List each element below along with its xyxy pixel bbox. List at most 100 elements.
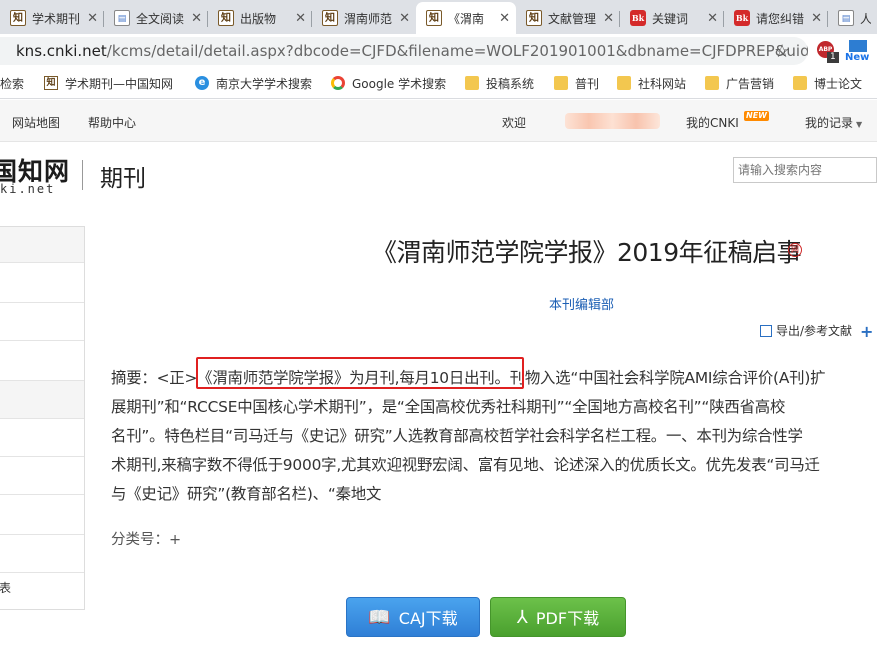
- author-link[interactable]: 本刊编辑部: [549, 294, 614, 313]
- sidebar-item[interactable]: [0, 263, 84, 303]
- bookmark-label: Google 学术搜索: [352, 76, 447, 91]
- browser-tab[interactable]: 知 渭南师范 ✕: [312, 2, 416, 34]
- bookmark-item[interactable]: 检索: [0, 74, 24, 92]
- adblock-count-badge: 1: [827, 52, 839, 63]
- abstract-line-4: 术期刊,来稿字数不得低于9000字,尤其欢迎视野宏阔、富有见地、论述深入的优质长…: [111, 456, 820, 474]
- sidebar-item[interactable]: [0, 303, 84, 341]
- bookmark-star-icon[interactable]: ☆: [774, 41, 790, 62]
- cnki-logo[interactable]: 国知网 ki.net: [0, 152, 70, 196]
- abstract-line-3: 名刊”。特色栏目“司马迁与《史记》研究”人选教育部高校哲学社会科学名栏工程。一、…: [111, 427, 803, 445]
- bookmark-label: 普刊: [575, 76, 600, 91]
- seal-mark-icon: 网: [788, 243, 802, 257]
- browser-tab[interactable]: Bk 请您纠错 ✕: [724, 2, 828, 34]
- bookmark-item[interactable]: 普刊: [554, 74, 599, 92]
- browser-tab[interactable]: 知 文献管理 ✕: [516, 2, 620, 34]
- site-top-nav: 网站地图 帮助中心 欢迎 我的CNKI NEW 我的记录 ▼: [0, 100, 877, 142]
- caj-download-button[interactable]: 📖 CAJ下载: [346, 597, 480, 637]
- document-favicon-icon: ▤: [838, 10, 854, 26]
- tab-close-icon[interactable]: ✕: [707, 11, 718, 26]
- browser-tab[interactable]: ▤ 人伍: [828, 2, 877, 34]
- tab-close-icon[interactable]: ✕: [499, 11, 510, 26]
- bookmark-item[interactable]: 投稿系统: [465, 74, 534, 92]
- cnki-favicon-icon: 知: [322, 10, 338, 26]
- sitemap-link[interactable]: 网站地图: [12, 114, 60, 131]
- article-title: 《渭南师范学院学报》2019年征稿启事: [372, 238, 802, 267]
- search-input[interactable]: [733, 157, 877, 183]
- welcome-text: 欢迎: [502, 116, 527, 130]
- export-reference-link[interactable]: 导出/参考文献 +: [760, 322, 873, 341]
- bookmark-label: 南京大学学术搜索: [216, 76, 313, 91]
- document-favicon-icon: ▤: [114, 10, 130, 26]
- cnki-favicon-icon: 知: [44, 76, 58, 90]
- bookmarks-bar: 检索 知 学术期刊—中国知网 e 南京大学学术搜索 Google 学术搜索 投稿…: [0, 67, 877, 99]
- my-records-label: 我的记录: [805, 116, 854, 130]
- browser-tab[interactable]: 知 学术期刊 ✕: [0, 2, 104, 34]
- browser-tab[interactable]: Bk 关键词 ✕: [620, 2, 724, 34]
- new-extension-label: New: [845, 52, 870, 63]
- cnki-favicon-icon: 知: [10, 10, 26, 26]
- pdf-icon: ⅄: [516, 606, 528, 628]
- logo-divider: [82, 160, 83, 190]
- tab-close-icon[interactable]: ✕: [399, 11, 410, 26]
- new-extension-icon[interactable]: New: [845, 40, 869, 64]
- sidebar-item[interactable]: [0, 381, 84, 419]
- bookmark-item[interactable]: e 南京大学学术搜索: [195, 74, 312, 92]
- bookmark-item[interactable]: 知 学术期刊—中国知网: [44, 74, 173, 92]
- tab-close-icon[interactable]: ✕: [295, 11, 306, 26]
- classification-row: 分类号：+: [111, 528, 181, 549]
- tab-close-icon[interactable]: ✕: [811, 11, 822, 26]
- classification-value: +: [169, 532, 182, 548]
- browser-tab-strip: 知 学术期刊 ✕ ▤ 全文阅读 ✕ 知 出版物 ✕ 知 渭南师范 ✕ 知 《渭南…: [0, 0, 877, 34]
- bookmark-label: 学术期刊—中国知网: [65, 76, 174, 91]
- bookmark-item[interactable]: 社科网站: [617, 74, 686, 92]
- bookmark-item[interactable]: 博士论文: [793, 74, 862, 92]
- tab-title: 渭南师范: [344, 11, 393, 26]
- sidebar-item[interactable]: [0, 495, 84, 535]
- sidebar-item[interactable]: [0, 457, 84, 495]
- export-label: 导出/参考文献: [776, 324, 853, 338]
- url-field[interactable]: kns.cnki.net/kcms/detail/detail.aspx?dbc…: [0, 37, 808, 65]
- blurred-username: [565, 113, 660, 129]
- folder-icon: [617, 76, 631, 90]
- bookmark-item[interactable]: 广告营销: [705, 74, 774, 92]
- tab-title: 全文阅读: [136, 11, 185, 26]
- folder-icon: [554, 76, 568, 90]
- chevron-down-icon: ▼: [856, 120, 863, 129]
- my-records-menu[interactable]: 我的记录 ▼: [805, 114, 862, 131]
- cnki-favicon-icon: 知: [526, 10, 542, 26]
- pdf-download-label: PDF下载: [535, 609, 600, 628]
- help-center-link[interactable]: 帮助中心: [88, 114, 136, 131]
- red-favicon-icon: Bk: [630, 10, 646, 26]
- browser-tab[interactable]: 知 出版物 ✕: [208, 2, 312, 34]
- bookmark-label: 检索: [0, 76, 25, 91]
- sidebar-item[interactable]: [0, 419, 84, 457]
- browser-tab-active[interactable]: 知 《渭南 ✕: [416, 2, 516, 34]
- bookmark-label: 社科网站: [638, 76, 687, 91]
- sidebar-item[interactable]: [0, 227, 84, 263]
- tab-title: 请您纠错: [756, 11, 805, 26]
- bookmark-item[interactable]: Google 学术搜索: [331, 74, 446, 92]
- tab-close-icon[interactable]: ✕: [603, 11, 614, 26]
- tab-title: 出版物: [240, 11, 277, 26]
- sidebar-item[interactable]: [0, 535, 84, 573]
- address-bar-row: kns.cnki.net/kcms/detail/detail.aspx?dbc…: [0, 34, 877, 67]
- plus-icon[interactable]: +: [860, 322, 873, 341]
- red-favicon-icon: Bk: [734, 10, 750, 26]
- cnki-favicon-icon: 知: [218, 10, 234, 26]
- tab-close-icon[interactable]: ✕: [191, 11, 202, 26]
- caj-download-label: CAJ下载: [398, 609, 458, 628]
- pdf-download-button[interactable]: ⅄ PDF下载: [490, 597, 626, 637]
- abstract-line-5: 与《史记》研究”(教育部名栏)、“秦地文: [111, 485, 382, 503]
- tab-title: 文献管理: [548, 11, 597, 26]
- classification-label: 分类号：: [111, 532, 169, 548]
- browser-tab[interactable]: ▤ 全文阅读 ✕: [104, 2, 208, 34]
- book-icon: 📖: [368, 606, 391, 628]
- section-title: 期刊: [100, 166, 146, 192]
- abstract-label: 摘要：: [111, 369, 157, 387]
- bookmark-label: 博士论文: [814, 76, 863, 91]
- tab-close-icon[interactable]: ✕: [87, 11, 98, 26]
- export-icon: [760, 325, 772, 337]
- my-cnki-link[interactable]: 我的CNKI: [686, 114, 739, 131]
- sidebar-item[interactable]: [0, 341, 84, 381]
- bookmark-label: 投稿系统: [486, 76, 535, 91]
